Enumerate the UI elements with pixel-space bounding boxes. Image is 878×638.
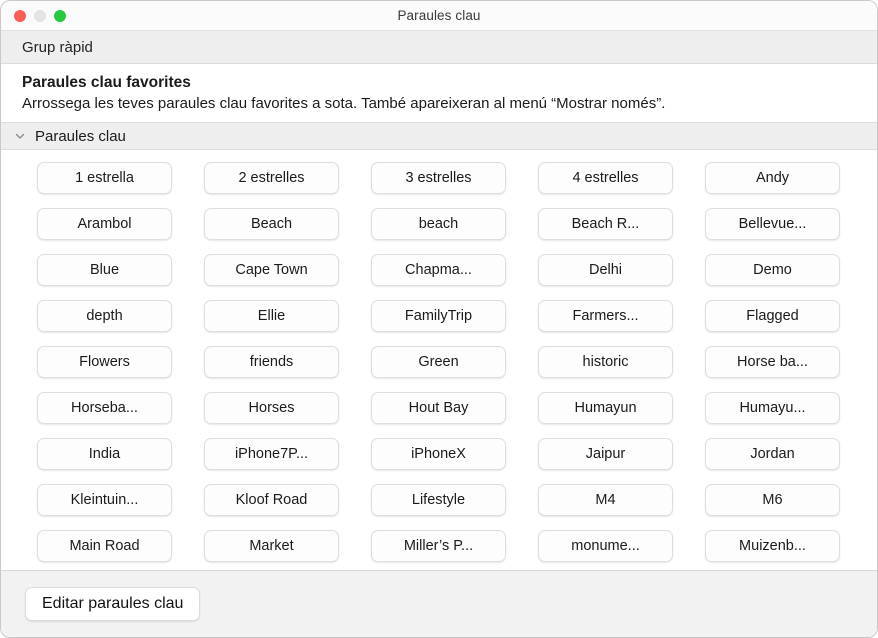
chevron-down-icon[interactable] <box>14 130 26 142</box>
keywords-scroll-area[interactable]: 1 estrella 2 estrelles 3 estrelles 4 estrel… <box>1 150 877 570</box>
keyword-chip[interactable]: monume... <box>538 530 673 562</box>
quick-group-bar[interactable]: Grup ràpid <box>1 31 877 64</box>
keyword-chip[interactable]: Jaipur <box>538 438 673 470</box>
keyword-chip[interactable]: Ellie <box>204 300 339 332</box>
keyword-chip[interactable]: Blue <box>37 254 172 286</box>
keyword-chip[interactable]: 2 estrelles <box>204 162 339 194</box>
keywords-section-title: Paraules clau <box>35 127 126 145</box>
keywords-section-header[interactable]: Paraules clau <box>1 122 877 150</box>
minimize-window-button[interactable] <box>34 9 46 22</box>
keyword-chip[interactable]: India <box>37 438 172 470</box>
keyword-chip[interactable]: Kloof Road <box>204 484 339 516</box>
edit-keywords-button[interactable]: Editar paraules clau <box>25 587 201 621</box>
keyword-chip[interactable]: Demo <box>705 254 840 286</box>
keyword-chip[interactable]: iPhoneX <box>371 438 506 470</box>
keyword-chip[interactable]: Humayun <box>538 392 673 424</box>
keyword-chip[interactable]: depth <box>37 300 172 332</box>
keyword-chip[interactable]: Miller’s P... <box>371 530 506 562</box>
keyword-chip[interactable]: Hout Bay <box>371 392 506 424</box>
keyword-chip[interactable]: Jordan <box>705 438 840 470</box>
keyword-chip[interactable]: Humayu... <box>705 392 840 424</box>
keywords-window: Paraules clau Grup ràpid Paraules clau f… <box>0 0 878 638</box>
keyword-chip[interactable]: Horses <box>204 392 339 424</box>
quick-group-label: Grup ràpid <box>22 38 93 56</box>
keyword-chip[interactable]: M4 <box>538 484 673 516</box>
keyword-chip[interactable]: 1 estrella <box>37 162 172 194</box>
bottom-toolbar: Editar paraules clau <box>1 570 877 637</box>
keyword-chip[interactable]: M6 <box>705 484 840 516</box>
keyword-chip[interactable]: Lifestyle <box>371 484 506 516</box>
keyword-chip[interactable]: Flowers <box>37 346 172 378</box>
close-window-button[interactable] <box>14 9 26 22</box>
keyword-chip[interactable]: Andy <box>705 162 840 194</box>
keyword-chip[interactable]: Green <box>371 346 506 378</box>
keyword-chip[interactable]: Horse ba... <box>705 346 840 378</box>
keyword-chip[interactable]: Bellevue... <box>705 208 840 240</box>
window-title: Paraules clau <box>397 8 481 23</box>
keyword-chip[interactable]: iPhone7P... <box>204 438 339 470</box>
favorites-title: Paraules clau favorites <box>22 74 191 91</box>
keyword-chip[interactable]: beach <box>371 208 506 240</box>
keyword-chip[interactable]: Farmers... <box>538 300 673 332</box>
favorites-section: Paraules clau favorites Arrossega les te… <box>1 64 877 122</box>
keyword-chip[interactable]: 4 estrelles <box>538 162 673 194</box>
keyword-chip[interactable]: Cape Town <box>204 254 339 286</box>
favorites-description: Arrossega les teves paraules clau favori… <box>22 95 666 112</box>
zoom-window-button[interactable] <box>54 9 66 22</box>
keyword-chip[interactable]: Flagged <box>705 300 840 332</box>
keyword-chip[interactable]: Arambol <box>37 208 172 240</box>
keyword-chip[interactable]: Beach R... <box>538 208 673 240</box>
window-titlebar: Paraules clau <box>1 1 877 31</box>
keyword-chip[interactable]: Kleintuin... <box>37 484 172 516</box>
keyword-chip[interactable]: Chapma... <box>371 254 506 286</box>
keyword-chip[interactable]: Delhi <box>538 254 673 286</box>
keyword-chip[interactable]: friends <box>204 346 339 378</box>
traffic-light-group <box>14 1 66 30</box>
keyword-chip[interactable]: Horseba... <box>37 392 172 424</box>
keyword-chip[interactable]: Beach <box>204 208 339 240</box>
keyword-chip[interactable]: 3 estrelles <box>371 162 506 194</box>
keyword-chip[interactable]: FamilyTrip <box>371 300 506 332</box>
keyword-chip[interactable]: Market <box>204 530 339 562</box>
keywords-grid: 1 estrella 2 estrelles 3 estrelles 4 estrel… <box>1 150 877 570</box>
keyword-chip[interactable]: Muizenb... <box>705 530 840 562</box>
keyword-chip[interactable]: Main Road <box>37 530 172 562</box>
keyword-chip[interactable]: historic <box>538 346 673 378</box>
